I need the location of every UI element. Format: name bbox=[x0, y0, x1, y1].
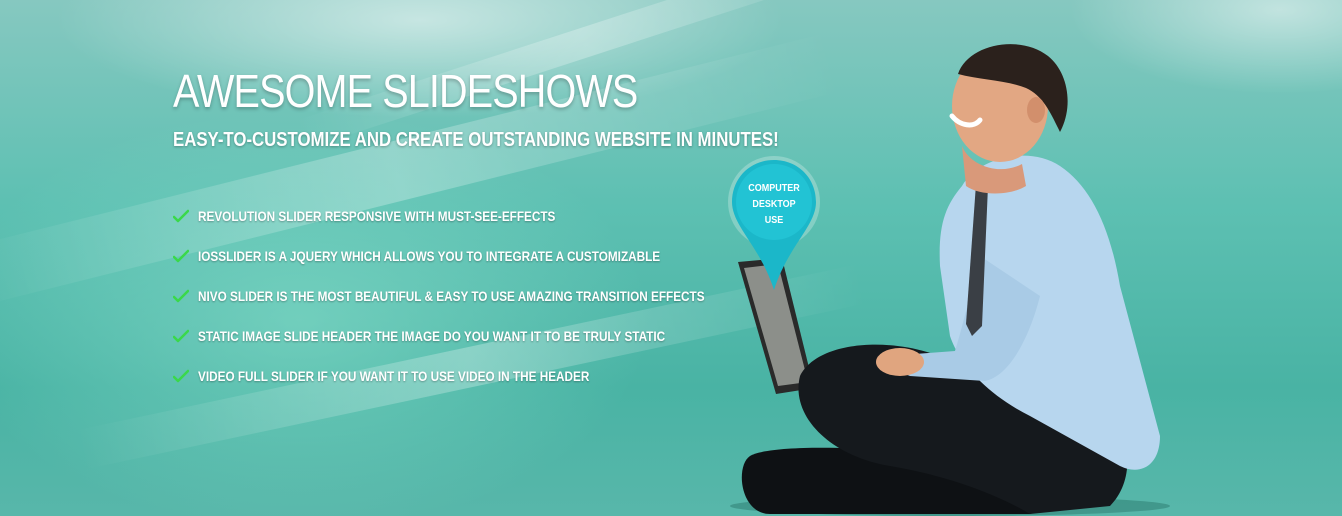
feature-text: STATIC IMAGE SLIDE HEADER THE IMAGE DO Y… bbox=[198, 328, 666, 344]
pin-label-line: DESKTOP bbox=[752, 199, 796, 210]
feature-text: IOSSLIDER IS A JQUERY WHICH ALLOWS YOU T… bbox=[198, 248, 661, 264]
pin-label-line: COMPUTER bbox=[748, 183, 800, 194]
checkmark-icon bbox=[173, 369, 189, 383]
checkmark-icon bbox=[173, 289, 189, 303]
checkmark-icon bbox=[173, 329, 189, 343]
feature-text: NIVO SLIDER IS THE MOST BEAUTIFUL & EASY… bbox=[198, 288, 705, 304]
pin-label: COMPUTER DESKTOP USE bbox=[731, 181, 817, 229]
pin-label-line: USE bbox=[764, 215, 784, 226]
checkmark-icon bbox=[173, 249, 189, 263]
hero-slide: AWESOME SLIDESHOWS EASY-TO-CUSTOMIZE AND… bbox=[0, 0, 1342, 516]
feature-text: VIDEO FULL SLIDER IF YOU WANT IT TO USE … bbox=[198, 368, 590, 384]
feature-text: REVOLUTION SLIDER RESPONSIVE WITH MUST-S… bbox=[198, 208, 556, 224]
hero-subtitle: EASY-TO-CUSTOMIZE AND CREATE OUTSTANDING… bbox=[173, 129, 779, 151]
hero-title: AWESOME SLIDESHOWS bbox=[173, 65, 638, 117]
checkmark-icon bbox=[173, 209, 189, 223]
